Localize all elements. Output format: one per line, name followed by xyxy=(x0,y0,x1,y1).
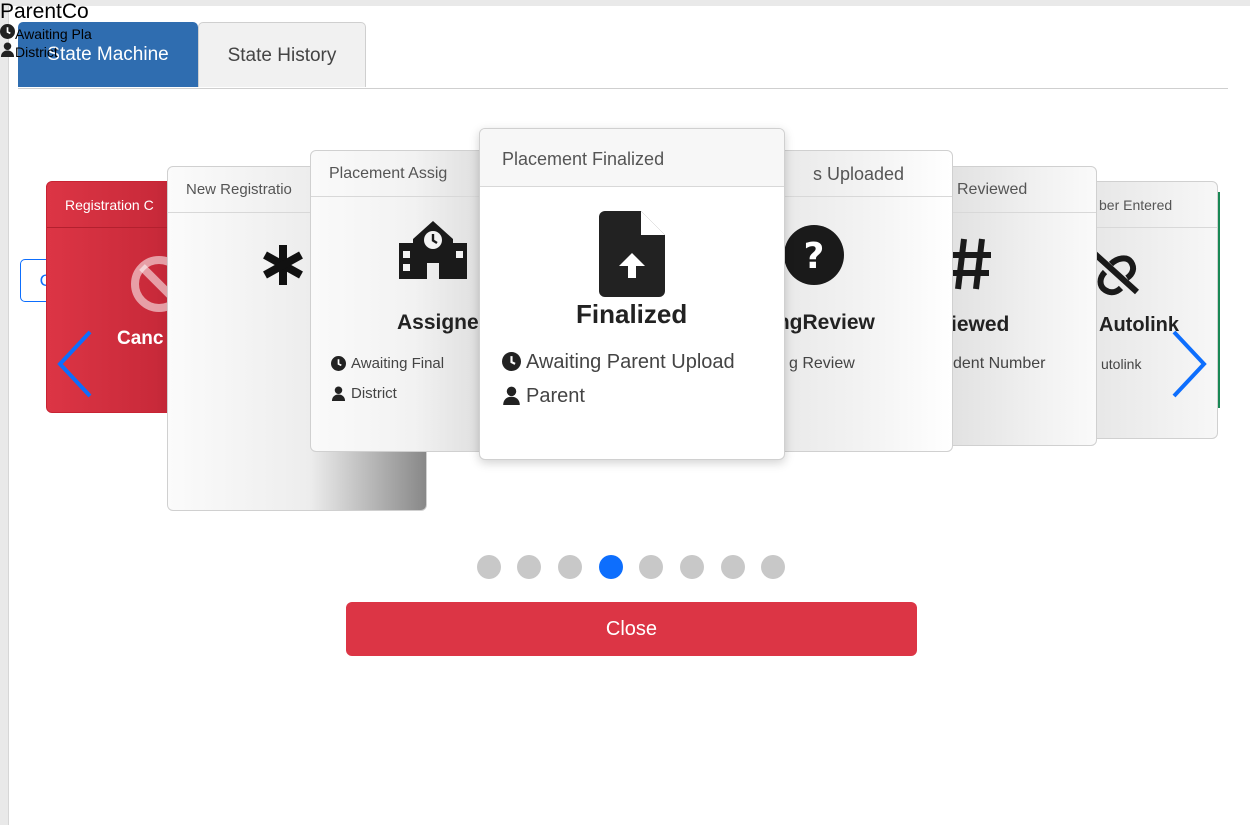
file-upload-icon xyxy=(599,211,665,302)
card-title: Finalized xyxy=(576,299,688,329)
role-line: District xyxy=(0,42,1250,60)
status-line: Awaiting Pla xyxy=(0,24,1250,42)
svg-text:?: ? xyxy=(804,236,825,277)
card-title: Autolink xyxy=(1099,314,1179,336)
question-icon: ? xyxy=(784,225,844,290)
status-text: dent Number xyxy=(953,355,1046,372)
user-icon xyxy=(331,386,346,401)
chevron-right-icon xyxy=(1172,330,1207,398)
card-header: Placement Finalized xyxy=(480,129,784,187)
carousel-dot[interactable] xyxy=(639,555,663,579)
status-text: utolink xyxy=(1101,356,1142,372)
status-line: Awaiting Final xyxy=(331,355,444,372)
status-line: dent Number xyxy=(953,355,1046,373)
status-line: g Review xyxy=(789,355,855,373)
carousel-dot[interactable] xyxy=(721,555,745,579)
unlink-icon xyxy=(1091,250,1141,301)
status-text: Awaiting Parent Upload xyxy=(526,351,735,373)
state-card-documents-uploaded[interactable]: s Uploaded ? ingReview g Review xyxy=(760,150,953,452)
status-line: Awaiting Parent Upload xyxy=(502,351,735,374)
role-line: District xyxy=(331,385,397,402)
carousel-next-arrow[interactable] xyxy=(1168,330,1208,403)
status-text: Awaiting Pla xyxy=(15,26,92,42)
card-title: ParentCo xyxy=(0,0,89,23)
status-text: g Review xyxy=(789,355,855,372)
card-header: s Uploaded xyxy=(761,151,952,197)
role-text: Parent xyxy=(526,385,585,407)
carousel-dot[interactable] xyxy=(517,555,541,579)
state-card-placement-finalized[interactable]: Placement Finalized Finalized Awaiting P… xyxy=(479,128,785,460)
card-title: Assigne xyxy=(397,311,479,334)
clock-icon xyxy=(0,24,15,39)
status-text: Awaiting Final xyxy=(351,355,445,372)
user-icon xyxy=(503,386,520,405)
role-text: District xyxy=(15,44,58,60)
card-title: ingReview xyxy=(771,311,875,334)
hash-icon xyxy=(947,237,993,296)
asterisk-icon xyxy=(261,243,305,292)
card-title: iewed xyxy=(951,313,1010,336)
clock-icon xyxy=(331,356,346,371)
carousel-prev-arrow[interactable] xyxy=(56,330,96,403)
carousel-dot-active[interactable] xyxy=(599,555,623,579)
user-icon xyxy=(0,42,15,57)
status-line: utolink xyxy=(1101,356,1141,372)
close-button[interactable]: Close xyxy=(346,602,917,656)
role-line: Parent xyxy=(502,385,585,408)
carousel-dot[interactable] xyxy=(680,555,704,579)
carousel-dot[interactable] xyxy=(761,555,785,579)
chevron-left-icon xyxy=(57,330,92,398)
carousel-dot[interactable] xyxy=(477,555,501,579)
card-title: Canc xyxy=(117,328,164,349)
clock-icon xyxy=(502,352,521,371)
role-text: District xyxy=(351,385,397,402)
school-icon xyxy=(399,221,467,284)
carousel-dot[interactable] xyxy=(558,555,582,579)
